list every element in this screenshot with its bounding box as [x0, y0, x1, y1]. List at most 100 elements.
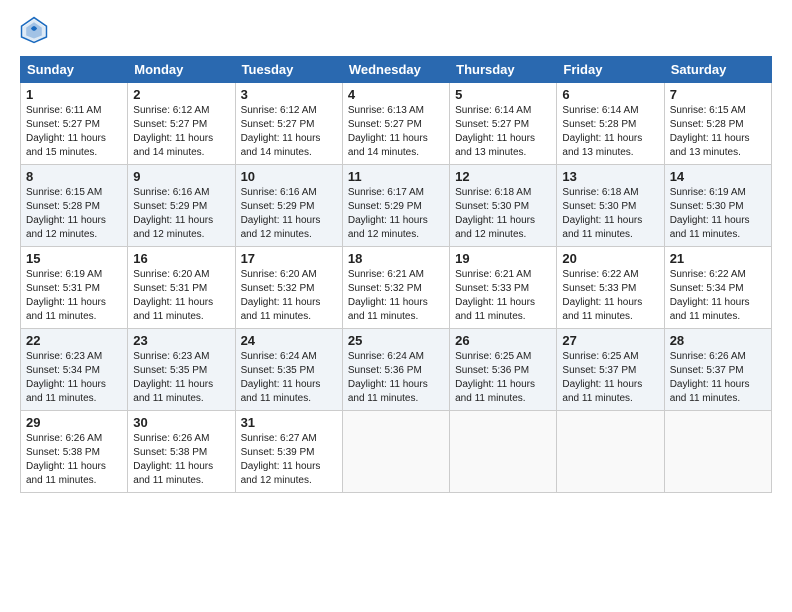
day-number: 11: [348, 169, 444, 184]
calendar-cell: 1 Sunrise: 6:11 AM Sunset: 5:27 PM Daylig…: [21, 83, 128, 165]
day-info: Sunrise: 6:24 AM Sunset: 5:36 PM Dayligh…: [348, 350, 444, 406]
calendar-cell: 21 Sunrise: 6:22 AM Sunset: 5:34 PM Dayli…: [664, 247, 771, 329]
calendar-cell: 4 Sunrise: 6:13 AM Sunset: 5:27 PM Daylig…: [342, 83, 449, 165]
day-number: 31: [241, 415, 337, 430]
calendar-cell: 15 Sunrise: 6:19 AM Sunset: 5:31 PM Dayli…: [21, 247, 128, 329]
day-info: Sunrise: 6:20 AM Sunset: 5:31 PM Dayligh…: [133, 268, 229, 324]
day-number: 29: [26, 415, 122, 430]
day-info: Sunrise: 6:17 AM Sunset: 5:29 PM Dayligh…: [348, 186, 444, 242]
calendar-cell: [450, 411, 557, 493]
day-info: Sunrise: 6:15 AM Sunset: 5:28 PM Dayligh…: [26, 186, 122, 242]
day-number: 10: [241, 169, 337, 184]
calendar-cell: 25 Sunrise: 6:24 AM Sunset: 5:36 PM Dayli…: [342, 329, 449, 411]
day-number: 9: [133, 169, 229, 184]
day-number: 3: [241, 87, 337, 102]
calendar-cell: 18 Sunrise: 6:21 AM Sunset: 5:32 PM Dayli…: [342, 247, 449, 329]
day-number: 12: [455, 169, 551, 184]
day-info: Sunrise: 6:22 AM Sunset: 5:33 PM Dayligh…: [562, 268, 658, 324]
calendar-cell: 20Sunrise: 6:22 AM Sunset: 5:33 PM Dayli…: [557, 247, 664, 329]
day-info: Sunrise: 6:25 AM Sunset: 5:36 PM Dayligh…: [455, 350, 551, 406]
weekday-header-sunday: Sunday: [21, 57, 128, 83]
calendar-cell: 13 Sunrise: 6:18 AM Sunset: 5:30 PM Dayli…: [557, 165, 664, 247]
calendar-cell: 30 Sunrise: 6:26 AM Sunset: 5:38 PM Dayli…: [128, 411, 235, 493]
day-number: 5: [455, 87, 551, 102]
day-number: 22: [26, 333, 122, 348]
day-info: Sunrise: 6:21 AM Sunset: 5:32 PM Dayligh…: [348, 268, 444, 324]
day-info: Sunrise: 6:18 AM Sunset: 5:30 PM Dayligh…: [455, 186, 551, 242]
day-number: 26: [455, 333, 551, 348]
day-info: Sunrise: 6:26 AM Sunset: 5:38 PM Dayligh…: [26, 432, 122, 488]
calendar-cell: 27Sunrise: 6:25 AM Sunset: 5:37 PM Dayli…: [557, 329, 664, 411]
calendar-cell: 26 Sunrise: 6:25 AM Sunset: 5:36 PM Dayli…: [450, 329, 557, 411]
calendar-cell: [342, 411, 449, 493]
day-info: Sunrise: 6:23 AM Sunset: 5:35 PM Dayligh…: [133, 350, 229, 406]
weekday-header-saturday: Saturday: [664, 57, 771, 83]
weekday-header-thursday: Thursday: [450, 57, 557, 83]
day-info: Sunrise: 6:12 AM Sunset: 5:27 PM Dayligh…: [133, 104, 229, 160]
calendar-page: SundayMondayTuesdayWednesdayThursdayFrid…: [0, 0, 792, 612]
day-info: Sunrise: 6:20 AM Sunset: 5:32 PM Dayligh…: [241, 268, 337, 324]
day-number: 6: [562, 87, 658, 102]
calendar-cell: [664, 411, 771, 493]
calendar-week-2: 8Sunrise: 6:15 AM Sunset: 5:28 PM Daylig…: [21, 165, 772, 247]
calendar-cell: 12 Sunrise: 6:18 AM Sunset: 5:30 PM Dayli…: [450, 165, 557, 247]
day-number: 15: [26, 251, 122, 266]
day-info: Sunrise: 6:19 AM Sunset: 5:30 PM Dayligh…: [670, 186, 766, 242]
day-number: 30: [133, 415, 229, 430]
day-number: 25: [348, 333, 444, 348]
day-info: Sunrise: 6:13 AM Sunset: 5:27 PM Dayligh…: [348, 104, 444, 160]
day-info: Sunrise: 6:15 AM Sunset: 5:28 PM Dayligh…: [670, 104, 766, 160]
day-info: Sunrise: 6:18 AM Sunset: 5:30 PM Dayligh…: [562, 186, 658, 242]
calendar-cell: 19Sunrise: 6:21 AM Sunset: 5:33 PM Dayli…: [450, 247, 557, 329]
calendar-cell: [557, 411, 664, 493]
day-number: 19: [455, 251, 551, 266]
calendar-week-1: 1 Sunrise: 6:11 AM Sunset: 5:27 PM Daylig…: [21, 83, 772, 165]
day-number: 24: [241, 333, 337, 348]
calendar-cell: 17 Sunrise: 6:20 AM Sunset: 5:32 PM Dayli…: [235, 247, 342, 329]
day-info: Sunrise: 6:14 AM Sunset: 5:28 PM Dayligh…: [562, 104, 658, 160]
calendar-cell: 29 Sunrise: 6:26 AM Sunset: 5:38 PM Dayli…: [21, 411, 128, 493]
day-info: Sunrise: 6:16 AM Sunset: 5:29 PM Dayligh…: [133, 186, 229, 242]
day-number: 14: [670, 169, 766, 184]
calendar-week-5: 29 Sunrise: 6:26 AM Sunset: 5:38 PM Dayli…: [21, 411, 772, 493]
day-number: 21: [670, 251, 766, 266]
calendar-cell: 28Sunrise: 6:26 AM Sunset: 5:37 PM Dayli…: [664, 329, 771, 411]
day-info: Sunrise: 6:26 AM Sunset: 5:38 PM Dayligh…: [133, 432, 229, 488]
day-number: 23: [133, 333, 229, 348]
calendar-cell: 24 Sunrise: 6:24 AM Sunset: 5:35 PM Dayli…: [235, 329, 342, 411]
day-number: 4: [348, 87, 444, 102]
calendar-cell: 14 Sunrise: 6:19 AM Sunset: 5:30 PM Dayli…: [664, 165, 771, 247]
weekday-header-friday: Friday: [557, 57, 664, 83]
calendar-table: SundayMondayTuesdayWednesdayThursdayFrid…: [20, 56, 772, 493]
weekday-header-tuesday: Tuesday: [235, 57, 342, 83]
calendar-cell: 3Sunrise: 6:12 AM Sunset: 5:27 PM Daylig…: [235, 83, 342, 165]
day-info: Sunrise: 6:11 AM Sunset: 5:27 PM Dayligh…: [26, 104, 122, 160]
day-number: 27: [562, 333, 658, 348]
day-info: Sunrise: 6:23 AM Sunset: 5:34 PM Dayligh…: [26, 350, 122, 406]
calendar-cell: 8Sunrise: 6:15 AM Sunset: 5:28 PM Daylig…: [21, 165, 128, 247]
day-info: Sunrise: 6:22 AM Sunset: 5:34 PM Dayligh…: [670, 268, 766, 324]
day-number: 16: [133, 251, 229, 266]
weekday-header-wednesday: Wednesday: [342, 57, 449, 83]
day-number: 13: [562, 169, 658, 184]
calendar-cell: 23 Sunrise: 6:23 AM Sunset: 5:35 PM Dayli…: [128, 329, 235, 411]
day-info: Sunrise: 6:19 AM Sunset: 5:31 PM Dayligh…: [26, 268, 122, 324]
calendar-cell: 5 Sunrise: 6:14 AM Sunset: 5:27 PM Daylig…: [450, 83, 557, 165]
header: [20, 16, 772, 44]
calendar-cell: 22 Sunrise: 6:23 AM Sunset: 5:34 PM Dayli…: [21, 329, 128, 411]
calendar-cell: 2 Sunrise: 6:12 AM Sunset: 5:27 PM Daylig…: [128, 83, 235, 165]
weekday-header-row: SundayMondayTuesdayWednesdayThursdayFrid…: [21, 57, 772, 83]
calendar-cell: 31Sunrise: 6:27 AM Sunset: 5:39 PM Dayli…: [235, 411, 342, 493]
calendar-body: 1 Sunrise: 6:11 AM Sunset: 5:27 PM Daylig…: [21, 83, 772, 493]
day-number: 1: [26, 87, 122, 102]
day-number: 17: [241, 251, 337, 266]
calendar-week-3: 15 Sunrise: 6:19 AM Sunset: 5:31 PM Dayli…: [21, 247, 772, 329]
day-info: Sunrise: 6:16 AM Sunset: 5:29 PM Dayligh…: [241, 186, 337, 242]
day-number: 2: [133, 87, 229, 102]
day-number: 18: [348, 251, 444, 266]
weekday-header-monday: Monday: [128, 57, 235, 83]
day-info: Sunrise: 6:14 AM Sunset: 5:27 PM Dayligh…: [455, 104, 551, 160]
logo: [20, 16, 52, 44]
calendar-cell: 9 Sunrise: 6:16 AM Sunset: 5:29 PM Daylig…: [128, 165, 235, 247]
day-info: Sunrise: 6:24 AM Sunset: 5:35 PM Dayligh…: [241, 350, 337, 406]
